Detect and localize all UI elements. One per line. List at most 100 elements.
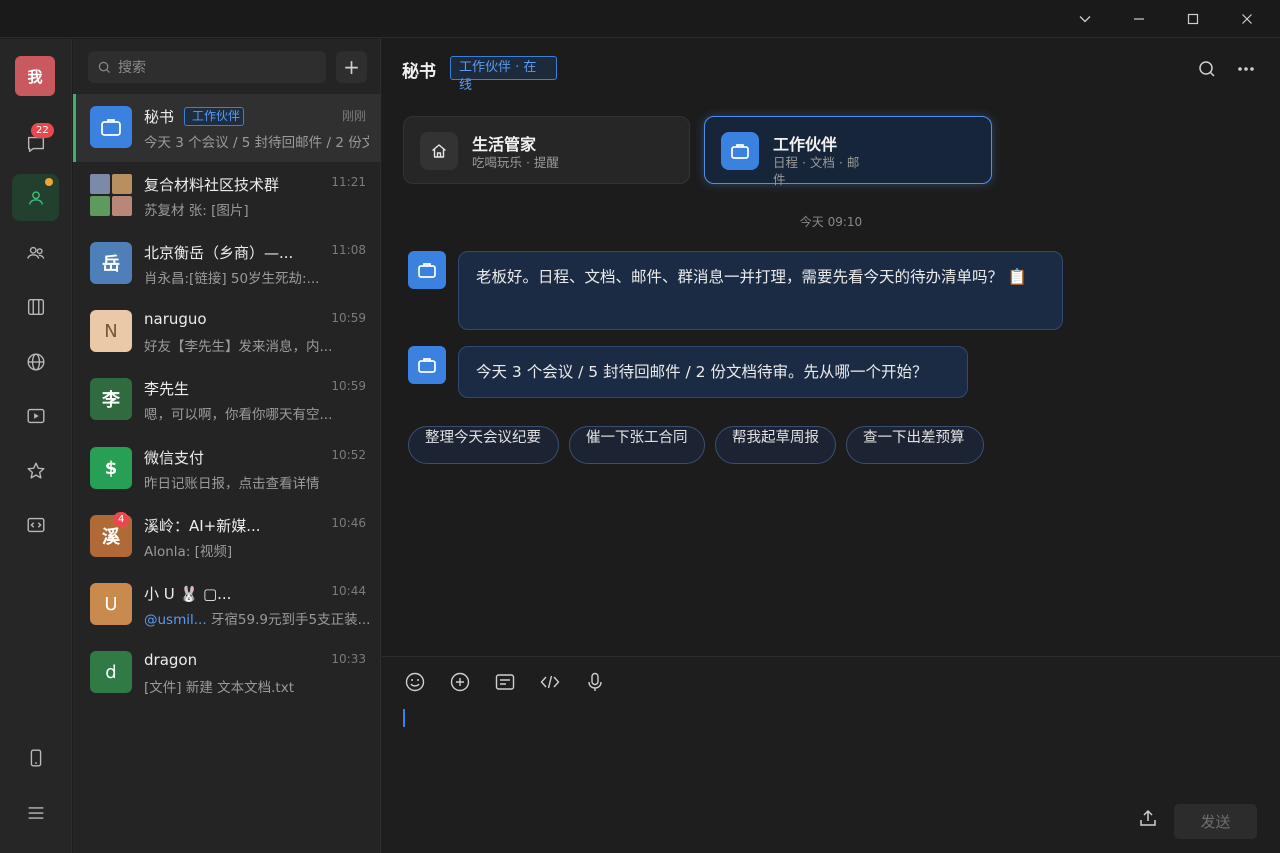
notification-dot: [45, 178, 53, 186]
briefcase-icon: [90, 106, 132, 148]
left-nav-bar: 我 22: [0, 39, 72, 853]
avatar: 岳: [90, 242, 132, 284]
star-icon[interactable]: [12, 447, 59, 494]
close-icon[interactable]: [1222, 0, 1272, 38]
conversation-time: 10:46: [331, 516, 366, 530]
list-item[interactable]: 复合材料社区技术群 11:21 苏复材 张: [图片]: [73, 162, 381, 230]
conversation-time: 10:52: [331, 448, 366, 462]
conversation-list: 搜索 + 秘书 工作伙伴 刚刚 今天 3 个会议 / 5 封待回邮件 / 2 份…: [73, 39, 381, 853]
group-avatar: [90, 174, 132, 216]
conversation-name: 秘书: [144, 108, 175, 126]
list-item[interactable]: U 小 U 🐰 ▢... 10:44 @usmil... 牙宿59.9元到手5支…: [73, 571, 381, 639]
conversation-preview: 嗯，可以啊，你看你哪天有空...: [144, 407, 333, 423]
minimize-icon[interactable]: [1114, 0, 1164, 38]
card-subtitle: 日程 · 文档 · 邮件: [773, 155, 860, 187]
conversation-name: 北京衡岳（乡商）—...: [144, 244, 294, 262]
conversation-preview: 今天 3 个会议 / 5 封待回邮件 / 2 份文档待审: [144, 135, 369, 151]
persona-card-life[interactable]: 生活管家 吃喝玩乐 · 提醒: [403, 116, 690, 184]
more-icon[interactable]: [1234, 57, 1258, 81]
quick-reply-chip[interactable]: 查一下出差预算: [846, 426, 984, 464]
list-item[interactable]: d dragon 10:33 [文件] 新建 文本文档.txt: [73, 639, 381, 707]
avatar[interactable]: 我: [15, 56, 55, 96]
card-title: 工作伙伴: [773, 135, 838, 154]
home-icon: [420, 132, 458, 170]
globe-icon[interactable]: [12, 338, 59, 385]
menu-icon[interactable]: [12, 789, 59, 836]
plus-circle-icon[interactable]: [449, 671, 471, 693]
conversation-preview: 肖永昌:[链接] 50岁生死劫:...: [144, 271, 320, 287]
conversation-time: 10:59: [331, 379, 366, 393]
quick-reply-chip[interactable]: 整理今天会议纪要: [408, 426, 559, 464]
files-nav-icon[interactable]: [12, 283, 59, 330]
conversation-preview: Alonla: [视频]: [144, 544, 233, 560]
chat-nav-icon[interactable]: 22: [12, 120, 59, 167]
conversation-name: 复合材料社区技术群: [144, 176, 280, 194]
conversation-preview: [文件] 新建 文本文档.txt: [144, 680, 294, 696]
status-badge: 工作伙伴: [184, 107, 244, 126]
text-cursor: [403, 709, 405, 727]
conversation-time: 10:44: [331, 584, 366, 598]
video-icon[interactable]: [12, 392, 59, 439]
conversation-preview: 苏复材 张: [图片]: [144, 203, 249, 219]
message-bubble: 老板好。日程、文档、邮件、群消息一并打理，需要先看今天的待办清单吗？ 📋: [458, 251, 1063, 330]
avatar: d: [90, 651, 132, 693]
list-item[interactable]: 李 李先生 10:59 嗯，可以啊，你看你哪天有空...: [73, 366, 381, 434]
quick-reply-chip[interactable]: 帮我起草周报: [715, 426, 836, 464]
avatar: 李: [90, 378, 132, 420]
conversation-name: dragon: [144, 651, 198, 669]
conversation-name: 李先生: [144, 380, 190, 398]
code-icon[interactable]: [539, 671, 561, 693]
conversation-time: 11:21: [331, 175, 366, 189]
briefcase-icon: [408, 251, 446, 289]
chevron-down-icon[interactable]: [1060, 0, 1110, 38]
briefcase-icon: [721, 132, 759, 170]
conversation-name: 微信支付: [144, 449, 205, 467]
search-placeholder: 搜索: [118, 60, 146, 76]
avatar: N: [90, 310, 132, 352]
list-item[interactable]: N naruguo 10:59 好友【李先生】发来消息，内...: [73, 298, 381, 366]
list-item-secretary[interactable]: 秘书 工作伙伴 刚刚 今天 3 个会议 / 5 封待回邮件 / 2 份文档待审: [73, 94, 381, 162]
message-bubble: 今天 3 个会议 / 5 封待回邮件 / 2 份文档待审。先从哪一个开始？: [458, 346, 968, 398]
card-icon[interactable]: [494, 671, 516, 693]
avatar: U: [90, 583, 132, 625]
conversation-time: 刚刚: [341, 109, 366, 123]
emoji-icon[interactable]: [404, 671, 426, 693]
phone-icon[interactable]: [12, 734, 59, 781]
microphone-icon[interactable]: [584, 671, 606, 693]
persona-card-work[interactable]: 工作伙伴 日程 · 文档 · 邮件: [704, 116, 992, 187]
groups-nav-icon[interactable]: [12, 229, 59, 276]
status-badge: 工作伙伴 · 在线: [450, 56, 557, 93]
mini-program-icon[interactable]: [12, 501, 59, 548]
card-title: 生活管家: [472, 135, 537, 154]
list-item[interactable]: $ 微信支付 10:52 昨日记账日报，点击查看详情: [73, 435, 381, 503]
chat-header: 秘书 工作伙伴 · 在线: [382, 39, 1280, 97]
conversation-preview: 好友【李先生】发来消息，内...: [144, 339, 333, 355]
title-bar: [0, 0, 1280, 38]
conversation-name: naruguo: [144, 310, 207, 328]
list-item[interactable]: 溪 4 溪岭：AI+新媒... 10:46 Alonla: [视频]: [73, 503, 381, 571]
search-icon: [98, 61, 111, 73]
message-composer[interactable]: 发送: [382, 656, 1280, 853]
conversation-name: 溪岭：AI+新媒...: [144, 517, 261, 535]
conversation-time: 10:59: [331, 311, 366, 325]
conversation-time: 11:08: [331, 243, 366, 257]
page-title: 秘书: [402, 62, 436, 82]
search-icon[interactable]: [1195, 57, 1219, 81]
add-button[interactable]: +: [336, 51, 367, 83]
quick-reply-chip[interactable]: 催一下张工合同: [569, 426, 705, 464]
mention-text: @usmil...: [144, 612, 207, 628]
search-input[interactable]: 搜索: [88, 51, 326, 83]
upload-icon[interactable]: [1138, 808, 1160, 830]
list-item[interactable]: 岳 北京衡岳（乡商）—... 11:08 肖永昌:[链接] 50岁生死劫:...: [73, 230, 381, 298]
conversation-time: 10:33: [331, 652, 366, 666]
contacts-nav-icon[interactable]: [12, 174, 59, 221]
message-timestamp: 今天 09:10: [799, 215, 863, 229]
maximize-icon[interactable]: [1168, 0, 1218, 38]
unread-badge: 22: [31, 123, 54, 138]
avatar: $: [90, 447, 132, 489]
preview-text: 牙宿59.9元到手5支正装...: [206, 612, 369, 628]
conversation-preview: @usmil... 牙宿59.9元到手5支正装...: [144, 608, 369, 628]
briefcase-icon: [408, 346, 446, 384]
conversation-preview: 昨日记账日报，点击查看详情: [144, 476, 320, 492]
send-button[interactable]: 发送: [1174, 804, 1257, 839]
